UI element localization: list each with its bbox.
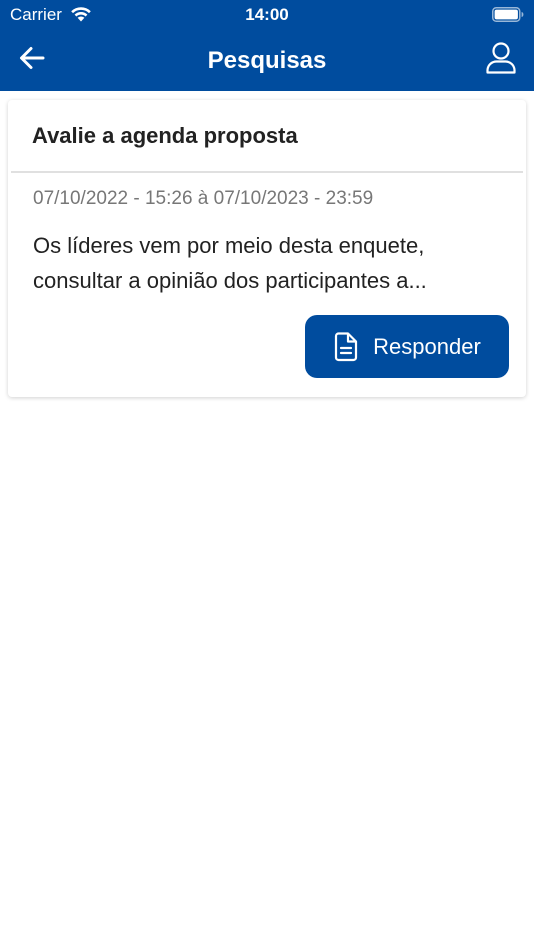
profile-button[interactable] (482, 41, 520, 79)
status-time: 14:00 (245, 5, 289, 24)
back-button[interactable] (14, 43, 50, 77)
top-bar: Carrier 14:00 Pesquisas (0, 0, 534, 91)
respond-button-label: Responder (373, 333, 481, 359)
battery-icon (492, 7, 524, 22)
page-title: Pesquisas (207, 47, 327, 74)
status-bar: Carrier 14:00 (0, 0, 534, 30)
survey-description: Os líderes vem por meio desta enquete, c… (33, 233, 427, 293)
surveys-screen: Carrier 14:00 Pesquisas Avalie a agenda … (0, 0, 534, 950)
document-icon (333, 331, 359, 362)
survey-dates: 07/10/2022 - 15:26 à 07/10/2023 - 23:59 (33, 188, 374, 209)
survey-title: Avalie a agenda proposta (32, 123, 298, 148)
arrow-left-icon (19, 46, 45, 75)
user-icon (486, 41, 516, 79)
respond-button[interactable]: Responder (305, 315, 509, 378)
card-divider (11, 171, 523, 173)
survey-card[interactable]: Avalie a agenda proposta 07/10/2022 - 15… (8, 100, 526, 397)
navigation-bar: Pesquisas (0, 30, 534, 91)
